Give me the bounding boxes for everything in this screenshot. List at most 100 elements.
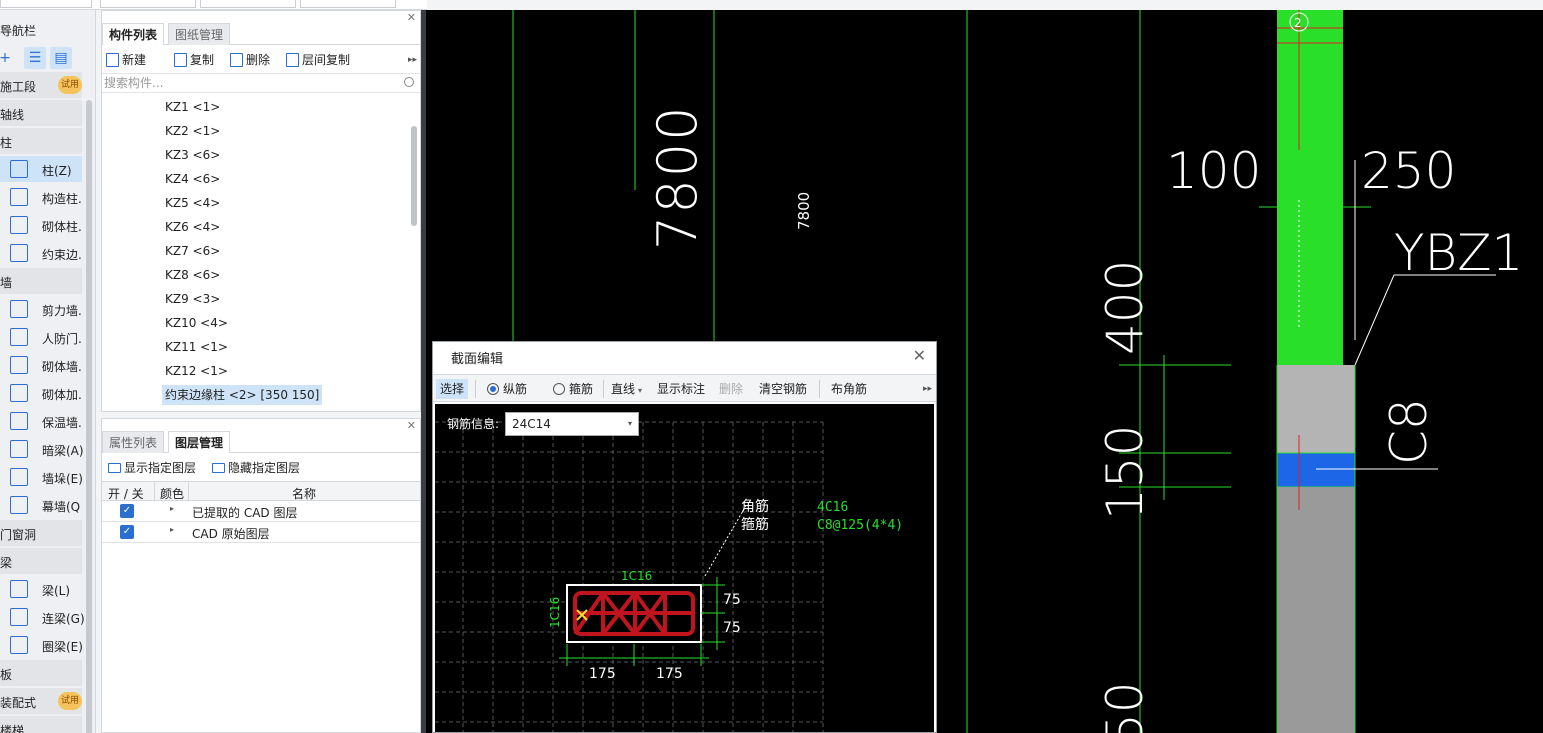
component-item[interactable]: KZ1 <1> <box>162 97 223 117</box>
nav-header: 导航栏 ✕ <box>0 10 95 44</box>
more-icon[interactable]: ▸▸ <box>402 49 417 71</box>
divider <box>188 482 189 502</box>
nav-item[interactable]: 砌体加. <box>0 380 82 406</box>
section-canvas[interactable]: 1C16 1C16 角筋 箍筋 4C16 C8@125(4*4) 75 75 1… <box>435 404 934 732</box>
nav-item-label: 梁(L) <box>42 584 71 598</box>
show-label-button[interactable]: 显示标注 <box>657 379 705 399</box>
nav-group[interactable]: 板 <box>0 660 82 686</box>
component-scrollbar[interactable] <box>411 126 417 226</box>
add-icon[interactable]: + <box>0 47 16 69</box>
search-icon[interactable] <box>404 77 414 87</box>
nav-group[interactable]: 墙 <box>0 268 82 294</box>
tab-property-list[interactable]: 属性列表 <box>102 431 165 453</box>
nav-item[interactable]: 梁(L) <box>0 576 82 602</box>
nav-item[interactable]: 剪力墙. <box>0 296 82 322</box>
nav-item[interactable]: 构造柱. <box>0 184 82 210</box>
nav-group[interactable]: 轴线 <box>0 100 82 126</box>
component-icon <box>10 300 28 318</box>
component-icon <box>10 160 28 178</box>
expand-icon[interactable]: ▸ <box>170 504 174 513</box>
delete-button[interactable]: 删除 <box>228 49 270 71</box>
nav-item[interactable]: 圈梁(E) <box>0 632 83 658</box>
detail-view-icon[interactable]: ▤ <box>50 47 72 69</box>
longitudinal-radio[interactable]: 纵筋 <box>487 379 527 399</box>
nav-item[interactable]: 幕墙(Q <box>0 492 82 518</box>
rebar-info-select[interactable]: 24C14 ▾ <box>505 412 639 436</box>
nav-item[interactable]: 暗梁(A) <box>0 436 84 462</box>
hide-layer-button[interactable]: 隐藏指定图层 <box>210 457 300 479</box>
component-item[interactable]: KZ9 <3> <box>162 289 223 309</box>
nav-item-label: 人防门. <box>42 332 82 346</box>
component-item[interactable]: 约束边缘柱 <2> [350 150] <box>162 385 323 405</box>
section-edit-dialog: 截面编辑 ✕ 选择 纵筋 箍筋 直线▾ 显示标注 删除 清空钢筋 布角筋 ▸▸ <box>432 341 937 733</box>
list-view-icon[interactable]: ☰ <box>24 47 46 69</box>
layer-checkbox[interactable]: ✓ <box>120 504 134 518</box>
layer-checkbox[interactable]: ✓ <box>120 525 134 539</box>
nav-item-label: 连梁(G) <box>42 612 85 626</box>
component-item[interactable]: KZ8 <6> <box>162 265 223 285</box>
component-item[interactable]: KZ2 <1> <box>162 121 223 141</box>
component-item[interactable]: KZ11 <1> <box>162 337 231 357</box>
radio-icon <box>553 383 565 395</box>
tab-layer-management[interactable]: 图层管理 <box>168 431 231 453</box>
floor-copy-button[interactable]: 层间复制 <box>284 49 350 71</box>
close-icon[interactable]: ✕ <box>0 22 10 36</box>
component-item[interactable]: KZ4 <6> <box>162 169 223 189</box>
component-item[interactable]: KZ12 <1> <box>162 361 231 381</box>
nav-group[interactable]: 装配式 试用 <box>0 688 82 714</box>
rebar-info-value: 24C14 <box>512 417 551 431</box>
nav-item-label: 幕墙(Q <box>42 500 81 514</box>
nav-item-label: 构造柱. <box>42 192 82 206</box>
tab-drawing-management[interactable]: 图纸管理 <box>168 23 231 45</box>
new-button[interactable]: 新建 <box>104 49 146 71</box>
stirrup-value: C8@125(4*4) <box>817 518 903 533</box>
expand-icon[interactable]: ▸ <box>170 525 174 534</box>
copy-button[interactable]: 复制 <box>172 49 214 71</box>
component-item[interactable]: KZ6 <4> <box>162 217 223 237</box>
copy-label: 复制 <box>190 53 215 67</box>
line-dropdown[interactable]: 直线 ▾ <box>611 379 642 399</box>
tag-ybz1: YBZ1 <box>1394 224 1523 282</box>
column-gray-lower <box>1277 487 1355 733</box>
nav-item[interactable]: 砌体柱. <box>0 212 82 238</box>
nav-item[interactable]: 人防门. <box>0 324 82 350</box>
search-placeholder: 搜索构件... <box>104 76 164 90</box>
dim-h1: 175 <box>589 666 616 682</box>
component-item[interactable]: KZ3 <6> <box>162 145 223 165</box>
clear-rebar-button[interactable]: 清空钢筋 <box>759 379 807 399</box>
divider <box>819 380 820 398</box>
nav-item[interactable]: 连梁(G) <box>0 604 85 630</box>
component-item[interactable]: KZ5 <4> <box>162 193 223 213</box>
nav-item[interactable]: 砌体墙. <box>0 352 82 378</box>
component-icon <box>10 244 28 262</box>
layer-row[interactable]: ✓ ▸ CAD 原始图层 <box>102 522 420 543</box>
component-search-input[interactable]: 搜索构件... <box>102 73 420 93</box>
nav-item[interactable]: 约束边. <box>0 240 82 266</box>
more-icon[interactable]: ▸▸ <box>923 379 932 399</box>
close-icon[interactable]: ✕ <box>913 346 926 365</box>
layer-toolbar: 显示指定图层 隐藏指定图层 <box>102 457 420 479</box>
nav-group[interactable]: 柱 <box>0 128 82 154</box>
nav-group[interactable]: 梁 <box>0 548 82 574</box>
copy-icon <box>174 53 187 67</box>
nav-group-label: 柱 <box>0 136 13 150</box>
nav-item[interactable]: 保温墙. <box>0 408 82 434</box>
tab-component-list[interactable]: 构件列表 <box>102 23 165 45</box>
nav-group[interactable]: 门窗洞 <box>0 520 82 546</box>
nav-group[interactable]: 楼梯 <box>0 716 82 733</box>
component-item[interactable]: KZ7 <6> <box>162 241 223 261</box>
layer-row[interactable]: ✓ ▸ 已提取的 CAD 图层 <box>102 501 420 522</box>
nav-group[interactable]: 施工段 试用 <box>0 72 82 98</box>
dim-v2: 75 <box>723 620 741 636</box>
nav-item[interactable]: 柱(Z) <box>0 156 82 182</box>
delete-button[interactable]: 删除 <box>719 379 743 399</box>
show-layer-button[interactable]: 显示指定图层 <box>106 457 196 479</box>
nav-scrollbar[interactable] <box>86 100 92 733</box>
layers-icon <box>108 463 121 473</box>
select-button[interactable]: 选择 <box>436 379 469 399</box>
component-item[interactable]: KZ10 <4> <box>162 313 231 333</box>
nav-item[interactable]: 墙垛(E) <box>0 464 83 490</box>
corner-rebar-button[interactable]: 布角筋 <box>831 379 867 399</box>
component-icon <box>10 636 28 654</box>
stirrup-radio[interactable]: 箍筋 <box>553 379 593 399</box>
